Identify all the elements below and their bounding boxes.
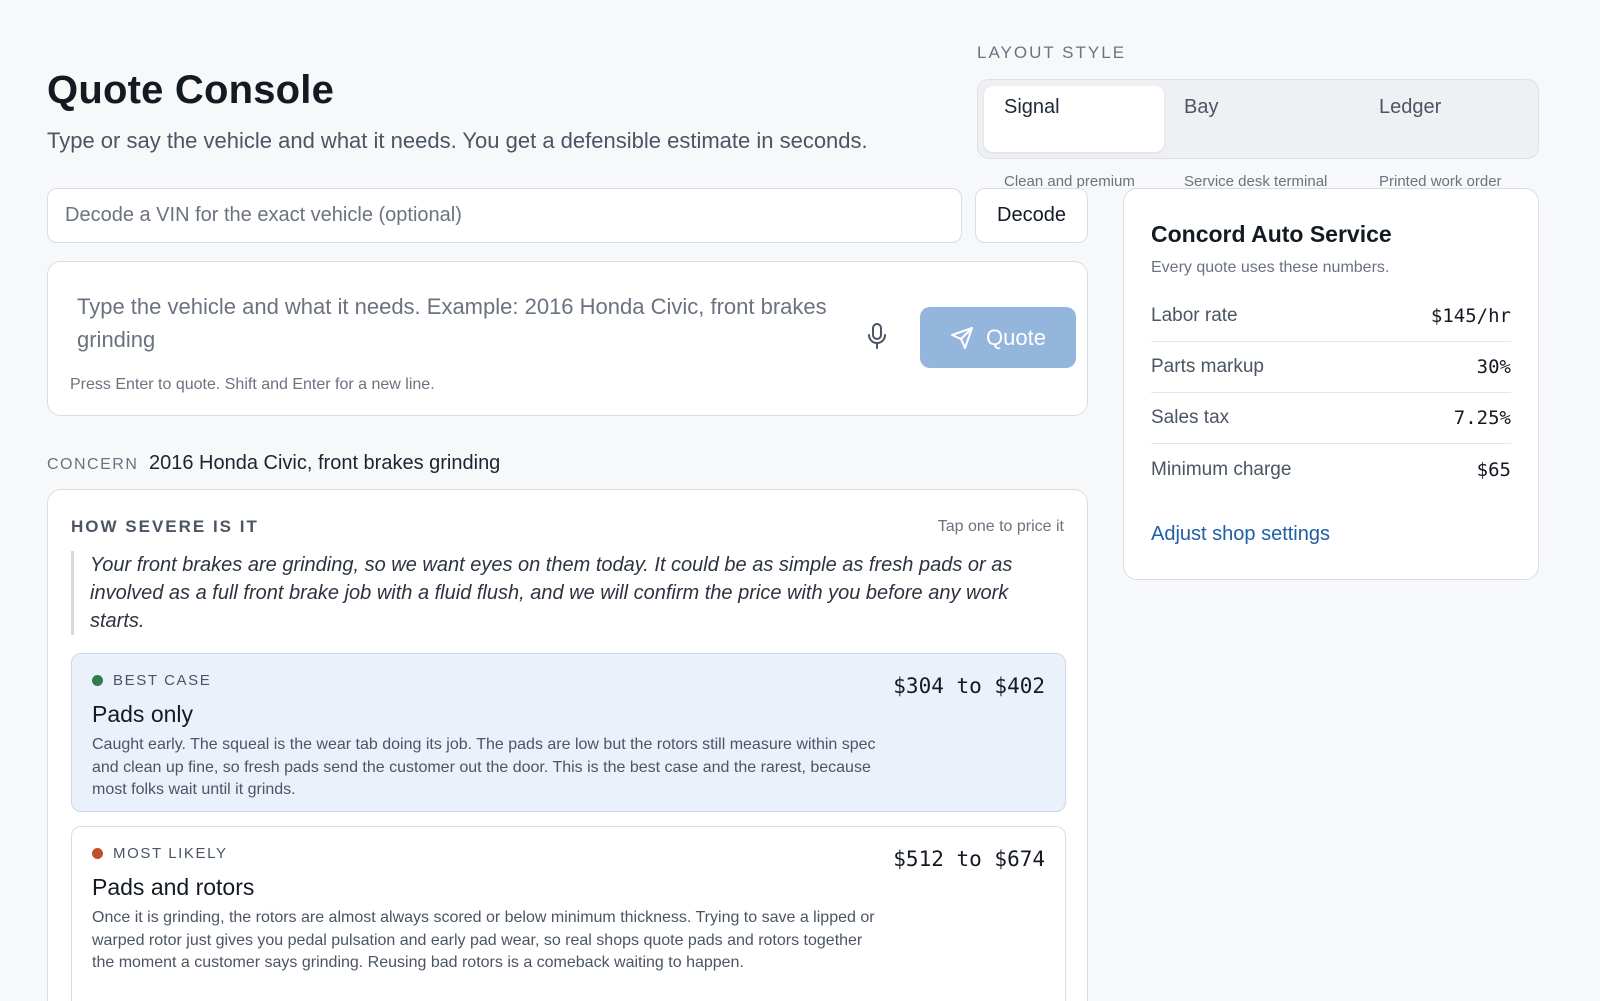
layout-option-name: Bay: [1184, 96, 1219, 118]
option-price: $512 to $674: [893, 847, 1045, 871]
quote-button[interactable]: Quote: [920, 307, 1076, 368]
shop-row-sales-tax: Sales tax 7.25%: [1151, 393, 1511, 444]
shop-row-value: $65: [1476, 458, 1511, 481]
shop-row-value: 7.25%: [1453, 407, 1511, 429]
shop-row-label: Parts markup: [1151, 356, 1264, 377]
shop-row-value: 30%: [1476, 356, 1511, 378]
layout-style-switch: Signal Clean and premium Bay Service des…: [977, 79, 1539, 190]
layout-option-name: Ledger: [1379, 96, 1442, 118]
shop-row-label: Labor rate: [1151, 305, 1238, 326]
shop-rates-list: Labor rate $145/hr Parts markup 30% Sale…: [1151, 291, 1511, 495]
quote-query-box: Type the vehicle and what it needs. Exam…: [47, 261, 1088, 416]
layout-option-signal[interactable]: Signal Clean and premium: [984, 86, 1164, 190]
severity-card: HOW SEVERE IS IT Tap one to price it You…: [47, 489, 1088, 1001]
layout-option-name: Signal: [1004, 96, 1060, 118]
severity-title: HOW SEVERE IS IT: [71, 517, 259, 536]
layout-option-bay[interactable]: Bay Service desk terminal: [1164, 86, 1359, 190]
concern-label: CONCERN: [47, 456, 139, 473]
vin-input[interactable]: [47, 188, 962, 243]
send-icon: [951, 326, 974, 349]
severity-summary: Your front brakes are grinding, so we wa…: [71, 551, 1056, 635]
quote-button-label: Quote: [986, 324, 1046, 350]
page-subtitle: Type or say the vehicle and what it need…: [47, 128, 868, 153]
option-tier-label: MOST LIKELY: [113, 845, 228, 862]
quote-hint: Press Enter to quote. Shift and Enter fo…: [70, 376, 435, 393]
shop-settings-card: Concord Auto Service Every quote uses th…: [1123, 188, 1539, 580]
adjust-shop-settings-link[interactable]: Adjust shop settings: [1151, 523, 1330, 546]
option-tier-label: BEST CASE: [113, 672, 212, 689]
option-description: Once it is grinding, the rotors are almo…: [92, 909, 875, 971]
page-title: Quote Console: [47, 68, 335, 112]
shop-name: Concord Auto Service: [1151, 221, 1392, 247]
shop-row-minimum-charge: Minimum charge $65: [1151, 444, 1511, 495]
option-tier: MOST LIKELY: [92, 845, 228, 862]
tier-dot-icon: [92, 675, 103, 686]
severity-option-most-likely[interactable]: MOST LIKELY Pads and rotors $512 to $674…: [71, 826, 1066, 1001]
option-tier: BEST CASE: [92, 672, 211, 689]
microphone-icon[interactable]: [866, 322, 888, 350]
shop-row-parts-markup: Parts markup 30%: [1151, 342, 1511, 393]
shop-subtitle: Every quote uses these numbers.: [1151, 259, 1390, 276]
shop-row-label: Sales tax: [1151, 407, 1230, 428]
layout-option-ledger[interactable]: Ledger Printed work order: [1359, 86, 1534, 190]
concern-value: 2016 Honda Civic, front brakes grinding: [149, 452, 501, 474]
quote-query-input[interactable]: Type the vehicle and what it needs. Exam…: [77, 290, 837, 356]
shop-row-labor-rate: Labor rate $145/hr: [1151, 291, 1511, 342]
severity-option-best-case[interactable]: BEST CASE Pads only $304 to $402 Caught …: [71, 653, 1066, 812]
option-title: Pads only: [92, 701, 194, 727]
tier-dot-icon: [92, 848, 103, 859]
shop-row-value: $145/hr: [1430, 305, 1511, 327]
option-description: Caught early. The squeal is the wear tab…: [92, 736, 876, 798]
option-title: Pads and rotors: [92, 874, 255, 900]
layout-style-label: LAYOUT STYLE: [977, 43, 1127, 62]
option-price: $304 to $402: [893, 674, 1045, 698]
decode-button[interactable]: Decode: [975, 188, 1088, 243]
shop-row-label: Minimum charge: [1151, 458, 1292, 480]
severity-hint: Tap one to price it: [937, 518, 1064, 535]
